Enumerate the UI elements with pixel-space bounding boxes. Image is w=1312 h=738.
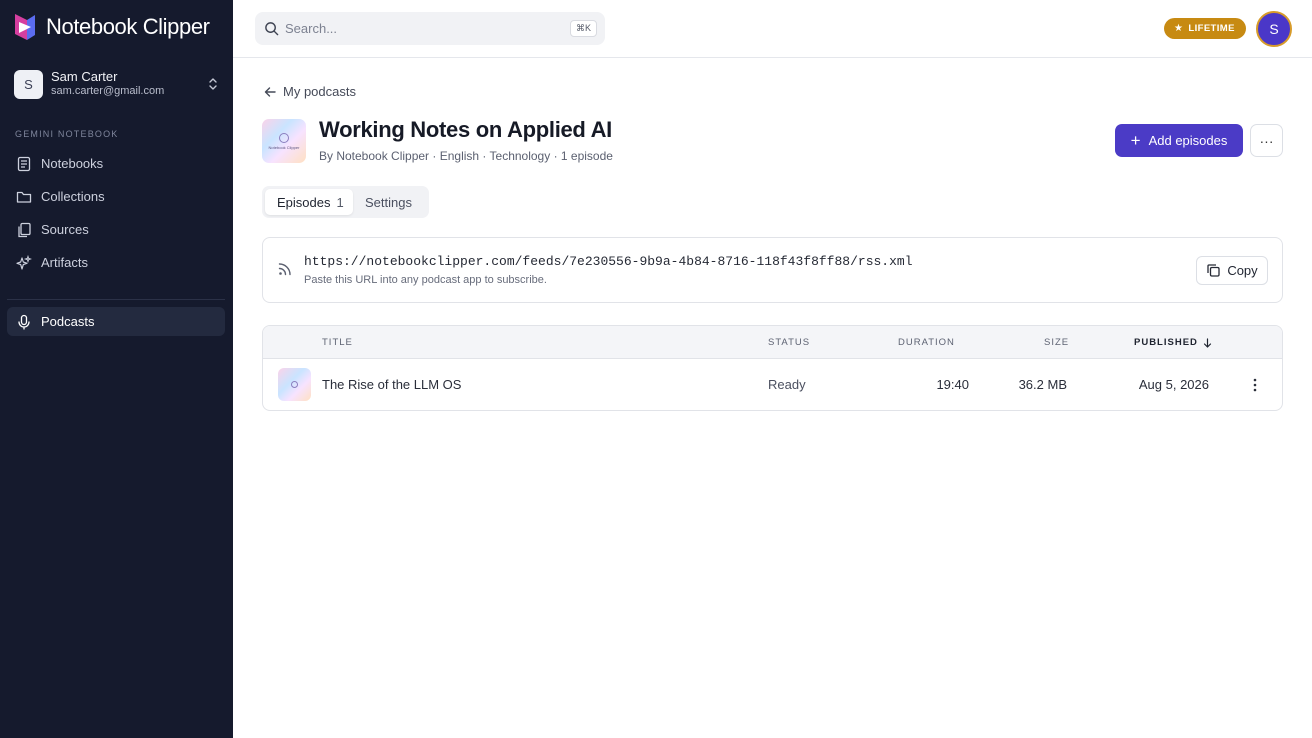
account-avatar: S (14, 69, 43, 99)
add-episodes-button[interactable]: + Add episodes (1115, 124, 1243, 157)
copy-icon (1207, 264, 1220, 277)
sidebar-item-sources[interactable]: Sources (7, 215, 225, 244)
sidebar-item-label: Podcasts (41, 314, 95, 329)
cover-logo-icon (279, 132, 289, 143)
column-header-label: PUBLISHED (1134, 337, 1198, 348)
tab-label: Settings (365, 194, 412, 210)
tab-label: Episodes (277, 194, 331, 210)
sort-descending-icon (1203, 337, 1212, 348)
more-options-button[interactable]: ··· (1250, 124, 1283, 157)
table-row[interactable]: The Rise of the LLM OS Ready 19:40 36.2 … (263, 359, 1282, 410)
copy-label: Copy (1227, 263, 1258, 278)
cover-text: Notebook Clipper (268, 144, 300, 150)
search-box[interactable]: ⌘K (255, 12, 605, 45)
feed-hint: Paste this URL into any podcast app to s… (304, 274, 547, 286)
feed-url[interactable]: https://notebookclipper.com/feeds/7e2305… (304, 254, 913, 269)
account-email: sam.carter@gmail.com (51, 85, 165, 98)
back-to-podcasts-link[interactable]: My podcasts (263, 84, 356, 99)
star-icon: ★ (1174, 23, 1184, 34)
sidebar-item-notebooks[interactable]: Notebooks (7, 149, 225, 178)
tab-list: Episodes 1 Settings (262, 186, 429, 218)
brand-name: Notebook Clipper (46, 14, 210, 39)
column-header-size[interactable]: SIZE (1044, 337, 1069, 348)
add-episodes-label: Add episodes (1148, 133, 1228, 148)
arrow-left-icon (264, 86, 276, 97)
search-shortcut: ⌘K (569, 20, 597, 37)
sidebar-item-podcasts[interactable]: Podcasts (7, 307, 225, 336)
chevron-up-down-icon[interactable] (206, 75, 220, 93)
rss-feed-panel: https://notebookclipper.com/feeds/7e2305… (262, 237, 1283, 303)
sidebar-item-label: Collections (41, 189, 105, 204)
page-title: Working Notes on Applied AI (319, 117, 612, 142)
column-header-status[interactable]: STATUS (768, 337, 810, 348)
plan-badge: ★ LIFETIME (1164, 18, 1246, 39)
search-input[interactable] (285, 21, 555, 36)
user-avatar[interactable]: S (1256, 11, 1292, 47)
rss-icon (278, 263, 291, 276)
episodes-table: TITLE STATUS DURATION SIZE PUBLISHED The… (262, 325, 1283, 411)
episode-size: 36.2 MB (1018, 377, 1067, 392)
top-bar: ⌘K ★ LIFETIME S (233, 0, 1312, 58)
plan-badge-label: LIFETIME (1188, 23, 1235, 34)
column-header-published[interactable]: PUBLISHED (1134, 337, 1212, 348)
cover-logo-icon (291, 381, 298, 388)
more-horizontal-icon: ··· (1259, 132, 1274, 149)
sidebar-item-label: Artifacts (41, 255, 88, 270)
plus-icon: + (1130, 131, 1141, 150)
account-name: Sam Carter (51, 69, 118, 85)
copy-feed-url-button[interactable]: Copy (1196, 256, 1268, 285)
more-vertical-icon[interactable] (1247, 375, 1263, 395)
episode-published: Aug 5, 2026 (1138, 377, 1209, 392)
account-switcher[interactable]: S Sam Carter sam.carter@gmail.com (14, 69, 220, 99)
podcast-cover: Notebook Clipper (262, 119, 306, 163)
podcast-meta: By Notebook Clipper · English · Technolo… (319, 149, 613, 163)
tab-settings[interactable]: Settings (365, 189, 412, 215)
microphone-icon (15, 313, 33, 331)
sidebar-item-artifacts[interactable]: Artifacts (7, 248, 225, 277)
sidebar-section-label: GEMINI NOTEBOOK (15, 129, 119, 139)
sidebar-item-label: Notebooks (41, 156, 104, 171)
sidebar: Notebook Clipper S Sam Carter sam.carter… (0, 0, 233, 738)
folder-icon (15, 188, 33, 206)
tab-count: 1 (336, 194, 344, 210)
back-link-label: My podcasts (283, 84, 356, 99)
table-header: TITLE STATUS DURATION SIZE PUBLISHED (263, 326, 1282, 359)
search-icon (265, 22, 279, 36)
column-header-duration[interactable]: DURATION (898, 337, 955, 348)
notebook-icon (15, 155, 33, 173)
sparkles-icon (15, 254, 33, 272)
brand[interactable]: Notebook Clipper (14, 12, 210, 42)
episode-status: Ready (768, 377, 806, 392)
sidebar-item-label: Sources (41, 222, 89, 237)
sidebar-item-collections[interactable]: Collections (7, 182, 225, 211)
episode-cover (278, 368, 311, 401)
sidebar-divider (7, 299, 225, 300)
files-icon (15, 221, 33, 239)
notebook-clipper-logo-icon (15, 14, 35, 40)
tab-episodes[interactable]: Episodes 1 (265, 189, 353, 215)
episode-title[interactable]: The Rise of the LLM OS (322, 377, 461, 392)
column-header-title[interactable]: TITLE (322, 337, 353, 348)
episode-duration: 19:40 (936, 377, 969, 392)
